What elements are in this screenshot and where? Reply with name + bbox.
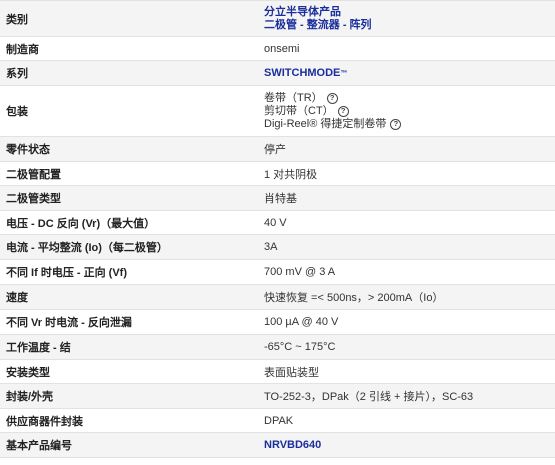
row-label: 制造商 [6, 43, 39, 56]
row-label: 电流 - 平均整流 (Io)（每二极管） [6, 242, 168, 254]
row-value: 停产 [264, 144, 286, 156]
category-link-discrete[interactable]: 分立半导体产品 [264, 6, 555, 19]
row-label: 速度 [6, 292, 28, 304]
row-label: 类别 [6, 13, 28, 26]
row-value: TO-252-3，DPak（2 引线 + 接片），SC-63 [264, 391, 474, 403]
row-value: 快速恢复 =< 500ns，> 200mA（Io） [264, 292, 444, 304]
row-value: 3A [264, 241, 278, 253]
table-row-diode-config: 二极管配置 1 对共阴极 [0, 162, 555, 186]
row-label: 电压 - DC 反向 (Vr)（最大值） [6, 217, 156, 230]
row-value: 100 µA @ 40 V [264, 316, 339, 328]
row-value: SWITCHMODE ™ [258, 61, 555, 85]
packaging-label: 卷带（TR） [264, 91, 323, 104]
table-row-reverse-leakage: 不同 Vr 时电流 - 反向泄漏 100 µA @ 40 V [0, 310, 555, 335]
question-circle-icon[interactable]: ? [326, 92, 338, 104]
table-row-category: 类别 分立半导体产品 二极管 - 整流器 - 阵列 [0, 1, 555, 37]
table-row-avg-current: 电流 - 平均整流 (Io)（每二极管） 3A [0, 235, 555, 260]
product-attributes-table: 类别 分立半导体产品 二极管 - 整流器 - 阵列 制造商 onsemi 系列 … [0, 0, 555, 458]
table-row-forward-voltage: 不同 If 时电压 - 正向 (Vf) 700 mV @ 3 A [0, 260, 555, 285]
row-value: 表面贴装型 [264, 366, 319, 379]
table-row-diode-type: 二极管类型 肖特基 [0, 186, 555, 211]
table-row-supplier-package: 供应商器件封装 DPAK [0, 409, 555, 433]
table-row-operating-temp: 工作温度 - 结 -65°C ~ 175°C [0, 335, 555, 360]
table-row-part-status: 零件状态 停产 [0, 137, 555, 162]
row-label: 不同 Vr 时电流 - 反向泄漏 [6, 317, 132, 329]
packaging-label: Digi-Reel® 得捷定制卷带 [264, 117, 387, 130]
row-value: 卷带（TR） ? 剪切带（CT） ? Digi-Reel® 得捷定制卷带 ? [258, 86, 555, 136]
table-row-series: 系列 SWITCHMODE ™ [0, 61, 555, 86]
packaging-item: 剪切带（CT） ? [264, 105, 555, 118]
row-label: 零件状态 [6, 144, 50, 156]
row-value: onsemi [264, 42, 300, 55]
table-row-base-part-number: 基本产品编号 NRVBD640 [0, 433, 555, 458]
trademark-symbol: ™ [340, 69, 348, 77]
row-label: 供应商器件封装 [6, 415, 83, 428]
row-value: 肖特基 [264, 193, 297, 205]
row-value: 1 对共阴极 [264, 168, 318, 181]
table-row-packaging: 包装 卷带（TR） ? 剪切带（CT） ? Digi-Reel® 得捷定制卷带 … [0, 86, 555, 137]
packaging-item: Digi-Reel® 得捷定制卷带 ? [264, 118, 555, 131]
row-label: 二极管类型 [6, 193, 61, 205]
packaging-label: 剪切带（CT） [264, 104, 334, 117]
row-value: 分立半导体产品 二极管 - 整流器 - 阵列 [258, 1, 555, 36]
base-part-number-link[interactable]: NRVBD640 [264, 439, 555, 452]
row-value: 40 V [264, 216, 287, 229]
row-label: 系列 [6, 68, 28, 80]
table-row-mounting-type: 安装类型 表面贴装型 [0, 360, 555, 384]
category-link-diodes-rectifiers-arrays[interactable]: 二极管 - 整流器 - 阵列 [264, 19, 555, 32]
series-link[interactable]: SWITCHMODE [264, 67, 340, 80]
packaging-item: 卷带（TR） ? [264, 92, 555, 105]
row-label: 二极管配置 [6, 168, 61, 181]
table-row-package-case: 封装/外壳 TO-252-3，DPak（2 引线 + 接片），SC-63 [0, 384, 555, 409]
row-value: NRVBD640 [258, 433, 555, 457]
question-circle-icon[interactable]: ? [390, 118, 402, 130]
row-label: 包装 [6, 106, 28, 118]
table-row-speed: 速度 快速恢复 =< 500ns，> 200mA（Io） [0, 285, 555, 310]
table-row-manufacturer: 制造商 onsemi [0, 37, 555, 61]
row-label: 封装/外壳 [6, 391, 54, 403]
row-value: DPAK [264, 414, 294, 427]
question-circle-icon[interactable]: ? [337, 105, 349, 117]
row-label: 不同 If 时电压 - 正向 (Vf) [6, 267, 127, 279]
row-value: 700 mV @ 3 A [264, 266, 336, 278]
row-label: 工作温度 - 结 [6, 342, 71, 354]
row-label: 安装类型 [6, 366, 50, 379]
row-value: -65°C ~ 175°C [264, 341, 336, 353]
row-label: 基本产品编号 [6, 440, 72, 452]
table-row-reverse-voltage: 电压 - DC 反向 (Vr)（最大值） 40 V [0, 211, 555, 235]
